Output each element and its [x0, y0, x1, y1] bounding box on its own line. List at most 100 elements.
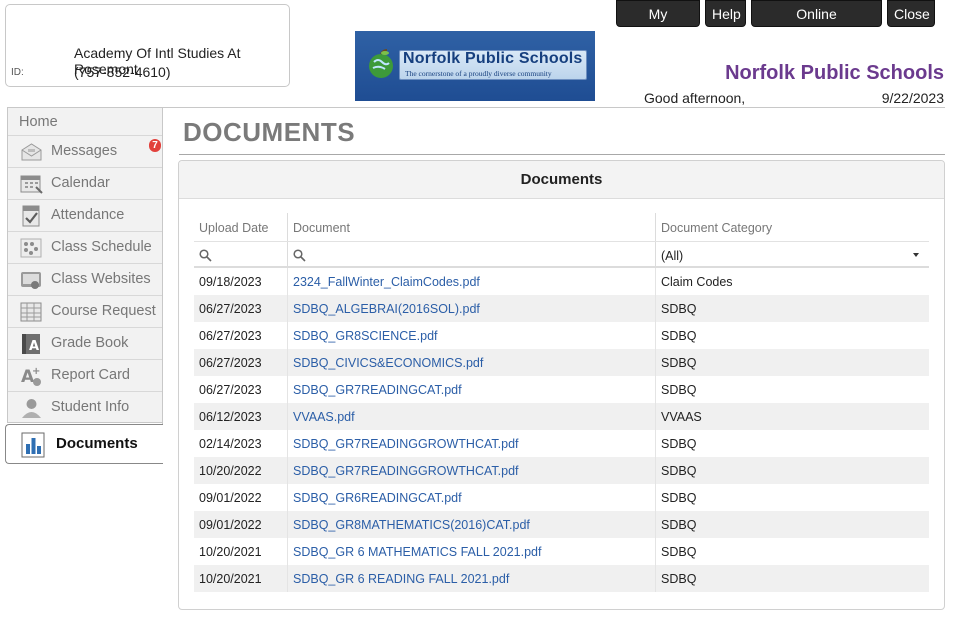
- sidebar-item-class-schedule[interactable]: Class Schedule: [8, 232, 163, 264]
- document-category-cell: VVAAS: [661, 410, 702, 424]
- sidebar: Home Messages 7 Calendar Attendance Clas…: [7, 107, 163, 423]
- calendar-icon: [20, 175, 43, 194]
- document-link[interactable]: SDBQ_GR7READINGGROWTHCAT.pdf: [293, 437, 519, 451]
- document-category-cell: SDBQ: [661, 518, 697, 532]
- column-divider: [655, 403, 656, 430]
- table-row: 10/20/2021 SDBQ_GR 6 READING FALL 2021.pd…: [194, 565, 929, 592]
- table-row: 06/27/2023 SDBQ_GR8SCIENCE.pdf SDBQ: [194, 322, 929, 349]
- sidebar-item-attendance[interactable]: Attendance: [8, 200, 163, 232]
- document-category-cell: SDBQ: [661, 329, 697, 343]
- online-registration-button[interactable]: Online Registration: [751, 0, 882, 49]
- document-filter-search-icon[interactable]: [293, 249, 306, 262]
- upload-date-cell: 09/01/2022: [199, 518, 262, 532]
- sidebar-item-label: Student Info: [51, 399, 130, 415]
- logo-title: Norfolk Public Schools: [403, 50, 583, 67]
- documents-grid: Upload Date Document Document Category (…: [194, 213, 929, 592]
- upload-date-cell: 10/20/2021: [199, 572, 262, 586]
- apple-globe-icon: [369, 49, 393, 78]
- document-link[interactable]: SDBQ_GR 6 MATHEMATICS FALL 2021.pdf: [293, 545, 541, 559]
- close-button[interactable]: Close: [887, 0, 935, 27]
- sidebar-item-home[interactable]: Home: [8, 108, 163, 136]
- sidebar-item-label: Class Schedule: [51, 239, 152, 255]
- gradebook-icon: A: [22, 334, 40, 354]
- district-name: Norfolk Public Schools: [725, 62, 944, 84]
- sidebar-item-calendar[interactable]: Calendar: [8, 168, 163, 200]
- document-link[interactable]: SDBQ_GR7READINGCAT.pdf: [293, 383, 462, 397]
- help-button[interactable]: Help: [705, 0, 746, 27]
- schedule-icon: [20, 238, 42, 258]
- student-info-box: Academy Of Intl Studies At Rosemont ID: …: [5, 4, 290, 87]
- sidebar-item-label: Calendar: [51, 175, 110, 191]
- column-divider: [287, 430, 288, 457]
- table-row: 06/27/2023 SDBQ_ALGEBRAI(2016SOL).pdf SDBQ: [194, 295, 929, 322]
- chevron-down-icon[interactable]: [913, 253, 919, 257]
- category-filter-select[interactable]: (All): [661, 249, 683, 263]
- document-category-cell: SDBQ: [661, 356, 697, 370]
- document-link[interactable]: SDBQ_GR8MATHEMATICS(2016)CAT.pdf: [293, 518, 530, 532]
- district-logo: Norfolk Public Schools The cornerstone o…: [355, 31, 595, 101]
- document-link[interactable]: SDBQ_GR 6 READING FALL 2021.pdf: [293, 572, 509, 586]
- column-divider: [655, 430, 656, 457]
- table-row: 09/01/2022 SDBQ_GR6READINGCAT.pdf SDBQ: [194, 484, 929, 511]
- document-link[interactable]: SDBQ_GR8SCIENCE.pdf: [293, 329, 438, 343]
- column-header-document[interactable]: Document: [293, 221, 350, 235]
- sidebar-item-course-request[interactable]: Course Request: [8, 296, 163, 328]
- column-header-upload-date[interactable]: Upload Date: [199, 221, 269, 235]
- title-divider: [179, 154, 945, 155]
- sidebar-item-grade-book[interactable]: A Grade Book: [8, 328, 163, 360]
- svg-text:+: +: [32, 366, 40, 377]
- sidebar-item-label: Report Card: [51, 367, 130, 383]
- websites-icon: [21, 272, 41, 289]
- upload-date-cell: 02/14/2023: [199, 437, 262, 451]
- sidebar-item-report-card[interactable]: A + Report Card: [8, 360, 163, 392]
- table-row: 09/18/2023 2324_FallWinter_ClaimCodes.pdf…: [194, 268, 929, 295]
- column-divider: [287, 511, 288, 538]
- sidebar-item-documents[interactable]: Documents: [5, 424, 163, 464]
- column-divider: [655, 322, 656, 349]
- upload-date-cell: 06/12/2023: [199, 410, 262, 424]
- current-date: 9/22/2023: [881, 90, 944, 106]
- column-divider: [655, 349, 656, 376]
- column-divider: [287, 295, 288, 322]
- document-link[interactable]: SDBQ_ALGEBRAI(2016SOL).pdf: [293, 302, 480, 316]
- upload-date-cell: 09/01/2022: [199, 491, 262, 505]
- documents-icon: [21, 432, 45, 458]
- upload-date-cell: 06/27/2023: [199, 302, 262, 316]
- upload-date-cell: 10/20/2022: [199, 464, 262, 478]
- column-divider: [287, 403, 288, 430]
- upload-date-cell: 06/27/2023: [199, 356, 262, 370]
- document-link[interactable]: 2324_FallWinter_ClaimCodes.pdf: [293, 275, 480, 289]
- document-link[interactable]: VVAAS.pdf: [293, 410, 355, 424]
- course-request-icon: [20, 302, 42, 322]
- sidebar-item-class-websites[interactable]: Class Websites: [8, 264, 163, 296]
- panel-header: Documents: [179, 161, 944, 199]
- document-category-cell: SDBQ: [661, 302, 697, 316]
- table-row: 09/01/2022 SDBQ_GR8MATHEMATICS(2016)CAT.p…: [194, 511, 929, 538]
- sidebar-item-label: Messages: [51, 143, 118, 159]
- document-category-cell: SDBQ: [661, 437, 697, 451]
- sidebar-item-label: Grade Book: [51, 335, 129, 351]
- svg-text:A: A: [29, 339, 39, 354]
- greeting-text: Good afternoon,: [644, 90, 746, 106]
- column-header-document-category[interactable]: Document Category: [661, 221, 772, 235]
- column-divider: [655, 538, 656, 565]
- sidebar-item-student-info[interactable]: Student Info: [8, 392, 163, 424]
- document-link[interactable]: SDBQ_GR7READINGGROWTHCAT.pdf: [293, 464, 519, 478]
- column-divider: [287, 322, 288, 349]
- table-row: 06/27/2023 SDBQ_GR7READINGCAT.pdf SDBQ: [194, 376, 929, 403]
- document-category-cell: Claim Codes: [661, 275, 733, 289]
- document-link[interactable]: SDBQ_CIVICS&ECONOMICS.pdf: [293, 356, 483, 370]
- table-row: 10/20/2022 SDBQ_GR7READINGGROWTHCAT.pdf SD…: [194, 457, 929, 484]
- grid-filter-row: (All): [194, 241, 929, 268]
- my-account-button[interactable]: My Account: [616, 0, 700, 49]
- document-link[interactable]: SDBQ_GR6READINGCAT.pdf: [293, 491, 462, 505]
- sidebar-item-label: Attendance: [51, 207, 125, 223]
- column-divider: [655, 484, 656, 511]
- document-category-cell: SDBQ: [661, 464, 697, 478]
- column-divider: [287, 484, 288, 511]
- date-filter-search-icon[interactable]: [199, 249, 212, 262]
- sidebar-item-messages[interactable]: Messages 7: [8, 136, 163, 168]
- grid-body: 09/18/2023 2324_FallWinter_ClaimCodes.pdf…: [194, 268, 929, 592]
- content-left-border: [162, 107, 163, 424]
- student-id-label: ID:: [11, 67, 24, 78]
